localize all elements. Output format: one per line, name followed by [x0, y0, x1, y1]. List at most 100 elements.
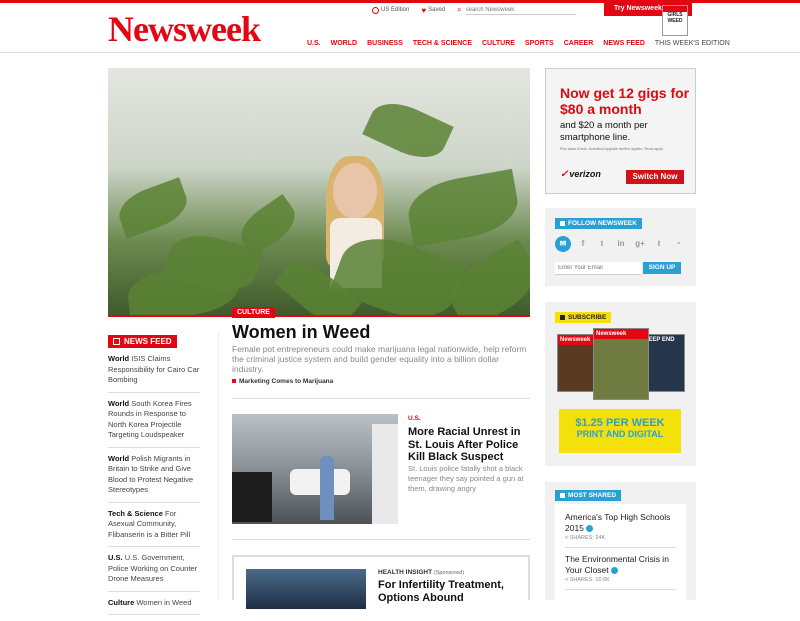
item-title-text: America's Top High Schools 2015 — [565, 512, 671, 533]
story-description: St. Louis police fatally shot a black te… — [408, 464, 524, 493]
saved-label: Saved — [428, 7, 446, 13]
sponsored-story[interactable]: HEALTH INSIGHT (Sponsored) For Infertili… — [232, 555, 530, 609]
edition-label: US Edition — [381, 7, 410, 13]
follow-widget: FOLLOW NEWSWEEK ✉ f t in g+ t ◔ SIGN UP — [545, 208, 696, 286]
price-line-1: $1.25 PER WEEK — [575, 417, 665, 429]
switch-now-button[interactable]: Switch Now — [626, 170, 684, 184]
section-divider — [232, 539, 530, 540]
item-title: America's Top High Schools 2015 — [565, 512, 676, 534]
search-input[interactable] — [465, 5, 576, 15]
hero-image[interactable] — [108, 68, 530, 316]
promo-section: HEALTH INSIGHT (Sponsored) — [378, 569, 464, 576]
hero-headline[interactable]: Women in Weed — [232, 322, 370, 343]
list-item[interactable]: Tech & Science For Asexual Community, Fl… — [108, 508, 200, 547]
nav-business[interactable]: BUSINESS — [367, 40, 403, 47]
hero-divider — [108, 315, 530, 317]
item-title: The Environmental Crisis in Your Closet — [565, 554, 676, 576]
cover-title: Newsweek — [558, 335, 598, 345]
list-item[interactable]: U.S. U.S. Government, Police Working on … — [108, 553, 200, 592]
nav-world[interactable]: WORLD — [331, 40, 357, 47]
most-shared-list: America's Top High Schools 2015 SHARES: … — [555, 504, 686, 600]
list-item[interactable]: America's Top High Schools 2015 SHARES: … — [565, 512, 676, 548]
price-line-2: PRINT AND DIGITAL — [576, 429, 664, 439]
list-item[interactable]: World ISIS Claims Responsibility for Cai… — [108, 354, 200, 393]
nav-tech-science[interactable]: TECH & SCIENCE — [413, 40, 472, 47]
facebook-icon[interactable]: f — [576, 237, 590, 251]
email-field[interactable] — [555, 262, 641, 275]
follow-icon — [560, 221, 565, 226]
googleplus-icon[interactable]: g+ — [633, 237, 647, 251]
linkedin-icon[interactable]: in — [614, 237, 628, 251]
search-area: ⌕ — [457, 5, 576, 15]
share-count: SHARES: 10.6K — [565, 577, 676, 583]
list-item[interactable]: World Polish Migrants in Britain to Stri… — [108, 454, 200, 503]
story-headline[interactable]: More Racial Unrest in St. Louis After Po… — [408, 426, 530, 464]
email-icon[interactable]: ✉ — [555, 236, 571, 252]
ad-headline: Now get 12 gigs for $80 a month — [560, 85, 690, 117]
magazine-cover[interactable]: Newsweek — [593, 328, 649, 400]
item-section: Tech & Science — [108, 508, 163, 518]
most-shared-widget: MOST SHARED America's Top High Schools 2… — [545, 482, 696, 600]
news-feed-heading[interactable]: NEWS FEED — [108, 335, 177, 348]
item-section: World — [108, 453, 130, 463]
most-shared-heading-label: MOST SHARED — [568, 492, 617, 499]
cover-title: Newsweek — [594, 329, 648, 339]
list-item[interactable]: World South Korea Fires Rounds in Respon… — [108, 399, 200, 448]
sponsored-label: (Sponsored) — [433, 570, 465, 576]
tumblr-icon[interactable]: t — [652, 237, 666, 251]
hero-category-tag[interactable]: CULTURE — [232, 307, 275, 318]
column-divider — [218, 332, 219, 600]
item-section: World — [108, 354, 130, 363]
photo-van — [372, 424, 398, 524]
rss-icon[interactable]: ◔ — [671, 237, 685, 251]
ad-fine-print: Plus taxes & fees. Activation/upgrade fe… — [560, 147, 664, 151]
heart-icon: ♥ — [421, 5, 427, 15]
story-section[interactable]: U.S. — [408, 415, 421, 422]
verified-icon — [585, 525, 593, 533]
share-count: SHARES: 24K — [565, 535, 676, 541]
subscribe-widget: SUBSCRIBE Newsweek DEEP END Newsweek $1.… — [545, 302, 696, 466]
nav-sports[interactable]: SPORTS — [525, 40, 554, 47]
list-item[interactable]: Culture Women in Weed — [108, 597, 200, 615]
promo-headline[interactable]: For Infertility Treatment, Options Aboun… — [378, 579, 528, 604]
promo-section-label: HEALTH INSIGHT — [378, 569, 433, 576]
leaf — [126, 263, 240, 316]
share-icon — [560, 493, 565, 498]
edition-selector[interactable]: US Edition — [372, 6, 410, 14]
follow-heading: FOLLOW NEWSWEEK — [555, 218, 642, 229]
subscribe-price-button[interactable]: $1.25 PER WEEK PRINT AND DIGITAL — [559, 409, 681, 453]
most-shared-heading: MOST SHARED — [555, 490, 622, 501]
saved-link[interactable]: ♥ Saved — [421, 6, 445, 15]
signup-button[interactable]: SIGN UP — [643, 262, 681, 274]
cover-text: GIRLS WEED — [667, 12, 683, 24]
verizon-ad[interactable]: Now get 12 gigs for $80 a month and $20 … — [545, 68, 696, 194]
verizon-logo: verizon — [560, 169, 601, 180]
follow-heading-label: FOLLOW NEWSWEEK — [568, 220, 637, 227]
list-item[interactable]: The Environmental Crisis in Your Closet … — [565, 554, 676, 590]
magazine-cover-thumbnail[interactable]: GIRLS WEED — [662, 5, 688, 36]
nav-us[interactable]: U.S. — [307, 40, 321, 47]
try-label: Try Newsweek — [614, 5, 662, 12]
subscribe-heading: SUBSCRIBE — [555, 312, 612, 323]
section-divider — [232, 398, 530, 399]
search-icon[interactable]: ⌕ — [457, 5, 461, 15]
social-icons: ✉ f t in g+ t ◔ — [555, 236, 690, 252]
item-section: Culture — [108, 597, 135, 607]
main-nav: U.S. WORLD BUSINESS TECH & SCIENCE CULTU… — [307, 40, 740, 47]
nav-news-feed[interactable]: NEWS FEED — [603, 40, 645, 47]
subscribe-icon — [560, 315, 565, 320]
nav-culture[interactable]: CULTURE — [482, 40, 515, 47]
leaf — [113, 177, 193, 239]
nav-career[interactable]: CAREER — [564, 40, 594, 47]
promo-image — [246, 569, 366, 609]
newsweek-logo[interactable]: Newsweek — [108, 11, 261, 47]
nav-this-weeks-edition[interactable]: THIS WEEK'S EDITION — [655, 40, 730, 47]
story-image[interactable] — [232, 414, 398, 524]
related-link[interactable]: Marketing Comes to Marijuana — [232, 378, 333, 385]
feed-icon — [113, 338, 120, 345]
item-section: World — [108, 398, 130, 408]
item-section: U.S. — [108, 553, 123, 562]
site-header: Newsweek US Edition ♥ Saved ⌕ Try Newswe… — [0, 3, 800, 53]
utility-bar: US Edition ♥ Saved ⌕ — [372, 5, 588, 15]
twitter-icon[interactable]: t — [595, 237, 609, 251]
